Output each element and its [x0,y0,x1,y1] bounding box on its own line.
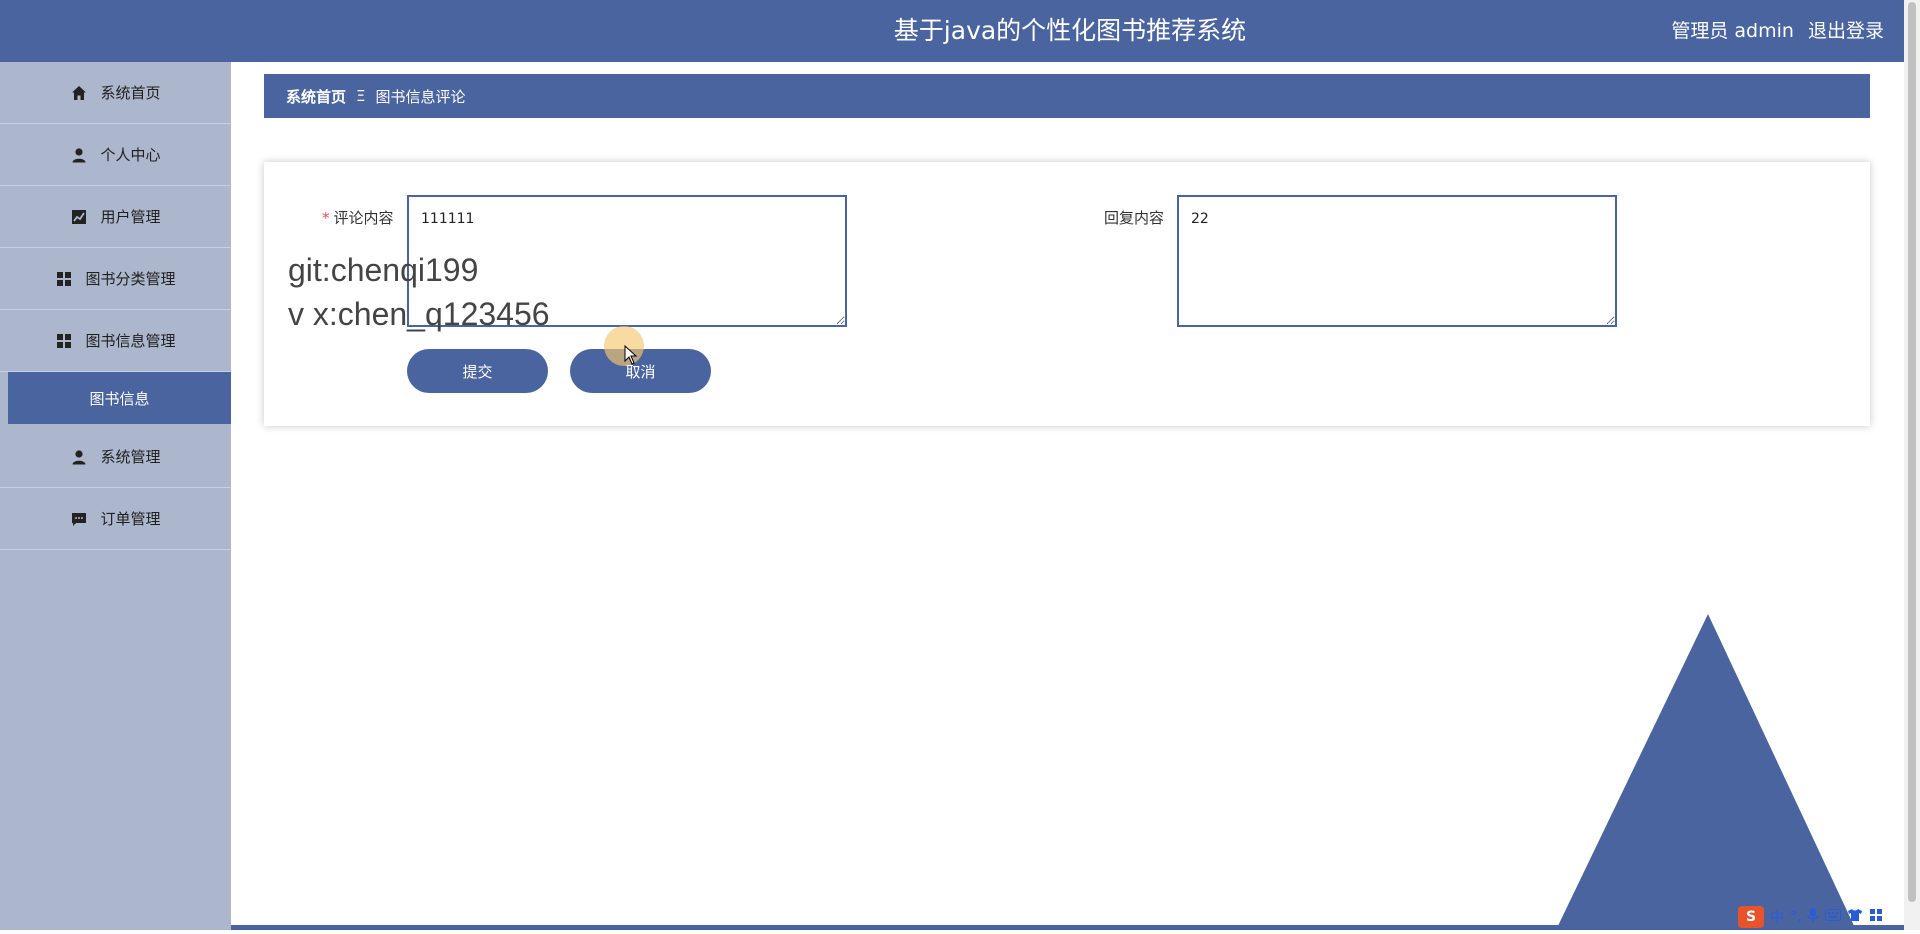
breadcrumb: 系统首页 Ξ 图书信息评论 [264,74,1870,118]
admin-role-label: 管理员 admin [1671,20,1794,42]
sidebar-item-book-info-management[interactable]: 图书信息管理 [0,310,231,372]
breadcrumb-separator: Ξ [356,87,366,105]
sidebar-item-book-category[interactable]: 图书分类管理 [0,248,231,310]
footer-bar [231,925,1920,930]
sidebar-subitem-book-info[interactable]: 图书信息 [8,372,231,424]
scrollbar-thumb[interactable] [1908,2,1916,902]
system-title: 基于java的个性化图书推荐系统 [893,16,1247,45]
reply-content-label: 回复内容 [1104,209,1165,227]
sidebar-item-label: 图书分类管理 [85,270,176,288]
person-icon [70,448,88,466]
home-icon [70,84,88,102]
sidebar: 系统首页 个人中心 用户管理 图书分类管理 图书信息管理 图书信息 系统管理 订… [0,62,231,930]
chart-icon [70,208,88,226]
sidebar-item-system-management[interactable]: 系统管理 [0,426,231,488]
logout-link[interactable]: 退出登录 [1808,20,1884,42]
sidebar-item-label: 图书信息 [89,389,150,408]
grid-icon [55,332,73,350]
watermark-wechat: v x:chen_q123456 [288,296,550,332]
ime-lang-toggle[interactable]: 中 [1770,907,1784,927]
reply-content-textarea[interactable] [1177,195,1617,327]
sidebar-item-user-management[interactable]: 用户管理 [0,186,231,248]
comment-form-card: *评论内容 回复内容 提交 取消 [264,162,1870,426]
sidebar-item-order-management[interactable]: 订单管理 [0,488,231,550]
comment-content-label-text: 评论内容 [333,209,394,227]
sidebar-item-home[interactable]: 系统首页 [0,62,231,124]
sidebar-item-label: 个人中心 [100,146,161,164]
sidebar-item-label: 图书信息管理 [85,332,176,350]
watermark-git: git:chenqi199 [288,252,479,288]
required-mark: * [322,209,330,227]
sidebar-item-label: 用户管理 [100,208,161,226]
grid-icon [55,270,73,288]
breadcrumb-home-link[interactable]: 系统首页 [286,86,346,107]
sidebar-item-label: 系统管理 [100,448,161,466]
skin-icon[interactable] [1847,908,1863,926]
user-area: 管理员 admin 退出登录 [1671,0,1884,62]
sidebar-item-personal-center[interactable]: 个人中心 [0,124,231,186]
breadcrumb-current: 图书信息评论 [375,87,466,106]
page-scrollbar[interactable] [1904,0,1920,930]
person-icon [70,146,88,164]
sidebar-item-label: 订单管理 [100,510,161,528]
top-bar: 基于java的个性化图书推荐系统 管理员 admin 退出登录 [0,0,1920,62]
keyboard-icon[interactable] [1825,909,1842,925]
ime-toolbar[interactable]: S 中 °, [1738,904,1920,930]
mic-icon[interactable] [1807,907,1820,927]
mouse-cursor-icon [624,344,638,369]
decorative-triangle [1556,614,1856,934]
sidebar-item-label: 系统首页 [100,84,161,102]
chat-icon [70,510,88,528]
apps-grid-icon[interactable] [1869,908,1883,926]
comment-content-label: * 评论内容 [322,207,394,228]
submit-button[interactable]: 提交 [407,349,548,393]
ime-punct-toggle[interactable]: °, [1790,909,1801,925]
ime-logo-icon[interactable]: S [1738,906,1764,928]
